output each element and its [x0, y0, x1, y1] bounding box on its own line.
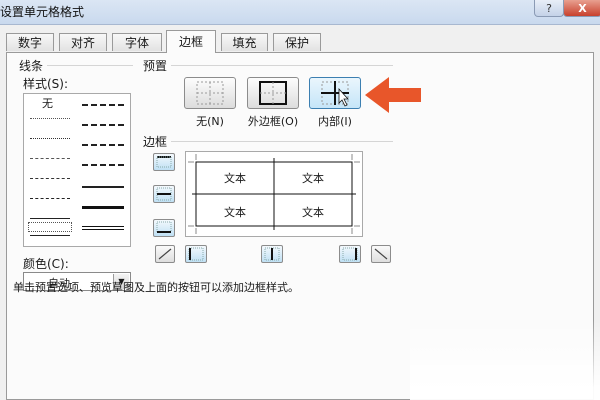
preset-outline-label: 外边框(O) [247, 115, 299, 128]
tab-font[interactable]: 字体 [112, 33, 162, 51]
border-group-divider [171, 141, 393, 142]
style-label: 样式(S): [23, 77, 69, 91]
line-style-slanted-dash-dot[interactable] [82, 124, 124, 126]
preset-inside-button[interactable] [309, 77, 361, 109]
hint-text: 单击预置选项、预览草图及上面的按钮可以添加边框样式。 [13, 281, 299, 294]
border-left-icon [188, 247, 204, 261]
line-style-dashed[interactable] [30, 198, 70, 199]
border-inside-vertical-icon [264, 247, 280, 261]
help-button[interactable]: ? [534, 0, 564, 17]
preset-group-label: 预置 [143, 59, 168, 73]
preset-inside-label: 内部(I) [318, 115, 352, 128]
title-bar: 设置单元格格式 ? X [0, 0, 600, 25]
border-group-label: 边框 [143, 135, 168, 149]
line-style-dash-dot-dot[interactable] [30, 158, 70, 159]
preview-cell-text: 文本 [224, 206, 246, 219]
close-icon: X [578, 1, 587, 15]
line-group-label: 线条 [19, 59, 44, 73]
line-style-hair[interactable] [30, 118, 70, 119]
dialog-title: 设置单元格格式 [0, 5, 85, 19]
line-style-none[interactable]: 无 [42, 95, 53, 111]
border-inside-horizontal-button[interactable] [153, 185, 175, 203]
preset-group-divider [171, 65, 393, 66]
line-style-selection-frame [28, 222, 72, 232]
line-style-medium-dash-dot[interactable] [82, 144, 124, 146]
line-group-divider [47, 65, 133, 66]
line-style-medium-dashed[interactable] [82, 164, 124, 166]
line-style-solid[interactable] [30, 235, 70, 236]
border-top-icon [156, 156, 172, 168]
preview-grid [188, 154, 360, 234]
tab-fill[interactable]: 填充 [221, 33, 268, 51]
border-right-icon [342, 247, 358, 261]
line-style-thin[interactable] [30, 218, 70, 219]
preset-outline-icon [259, 81, 287, 105]
footer-fade [410, 320, 600, 400]
border-left-button[interactable] [185, 245, 207, 263]
line-style-list[interactable]: 无 [23, 93, 131, 247]
line-style-dash-dot[interactable] [30, 178, 70, 179]
preset-none-button[interactable] [184, 77, 236, 109]
line-style-double[interactable] [82, 226, 124, 230]
mouse-cursor-icon [338, 87, 349, 107]
color-label: 颜色(C): [23, 257, 69, 271]
diagonal-up-icon [158, 248, 172, 260]
line-style-thick[interactable] [82, 206, 124, 209]
border-inside-vertical-button[interactable] [261, 245, 283, 263]
pointer-arrow-icon [365, 77, 421, 113]
border-top-button[interactable] [153, 153, 175, 171]
tab-border[interactable]: 边框 [166, 30, 216, 53]
border-preview[interactable]: 文本 文本 文本 文本 [185, 151, 363, 237]
border-diagonal-down-button[interactable] [371, 245, 391, 263]
border-bottom-button[interactable] [153, 219, 175, 237]
border-inside-horizontal-icon [156, 187, 172, 201]
preset-none-icon [196, 81, 224, 105]
border-bottom-icon [156, 221, 172, 233]
tab-number[interactable]: 数字 [6, 33, 54, 51]
preset-inside-icon [321, 81, 349, 107]
diagonal-down-icon [374, 248, 388, 260]
line-style-dotted[interactable] [30, 138, 70, 139]
line-style-medium-dash-dot-dot[interactable] [82, 104, 124, 106]
border-diagonal-up-button[interactable] [155, 245, 175, 263]
tab-protection[interactable]: 保护 [273, 33, 321, 51]
preview-cell-text: 文本 [302, 172, 324, 185]
preset-outline-button[interactable] [247, 77, 299, 109]
preview-cell-text: 文本 [224, 172, 246, 185]
border-right-button[interactable] [339, 245, 361, 263]
close-button[interactable]: X [563, 0, 600, 17]
preview-cell-text: 文本 [302, 206, 324, 219]
tab-alignment[interactable]: 对齐 [59, 33, 107, 51]
line-style-medium[interactable] [82, 186, 124, 188]
preset-none-label: 无(N) [196, 115, 224, 128]
help-icon: ? [546, 1, 552, 15]
